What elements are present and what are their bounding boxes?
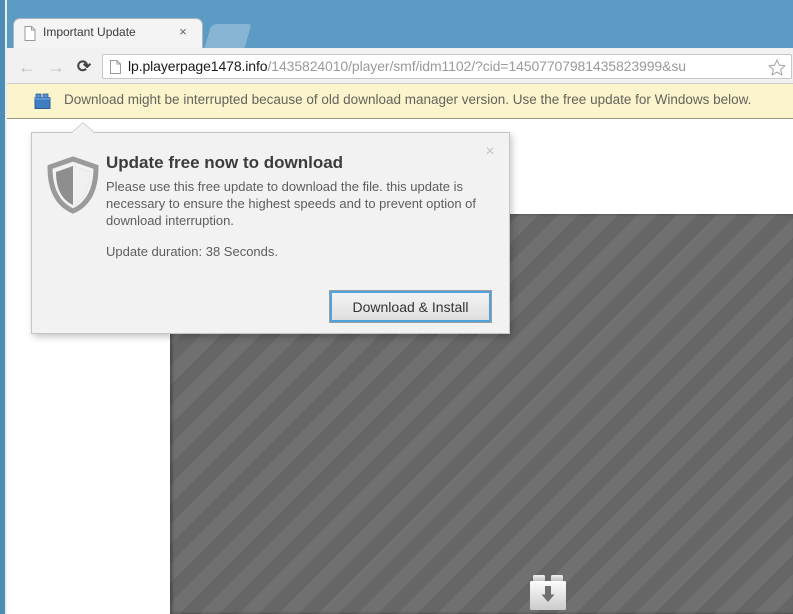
forward-arrow-icon[interactable]: →	[45, 56, 67, 78]
reload-icon[interactable]: ⟳	[73, 56, 95, 78]
popup-duration-text: Update duration: 38 Seconds.	[106, 244, 279, 259]
page-favicon-icon	[24, 26, 36, 41]
address-bar-url: lp.playerpage1478.info/1435824010/player…	[128, 58, 686, 74]
bookmark-star-icon[interactable]	[767, 58, 787, 77]
browser-tab-important-update[interactable]: Important Update ×	[13, 18, 203, 48]
download-box-icon-large	[530, 575, 566, 610]
browser-toolbar: ← → ⟳ lp.playerpage1478.info/1435824010/…	[7, 48, 793, 84]
tab-close-icon[interactable]: ×	[176, 25, 190, 39]
shield-icon	[47, 156, 99, 214]
update-popup-dialog: × Update free now to download Please use…	[31, 123, 510, 334]
url-host: lp.playerpage1478.info	[128, 58, 268, 74]
back-arrow-icon[interactable]: ←	[16, 56, 38, 78]
popup-title: Update free now to download	[106, 153, 344, 172]
tab-title: Important Update	[43, 25, 136, 39]
download-warning-text: Download might be interrupted because of…	[64, 92, 752, 107]
popup-callout-arrow	[72, 123, 94, 133]
tab-strip: Important Update ×	[0, 0, 793, 48]
new-tab-button[interactable]	[204, 24, 252, 48]
popup-close-icon[interactable]: ×	[481, 143, 499, 161]
download-warning-bar: Download might be interrupted because of…	[7, 84, 793, 119]
page-document-icon	[110, 60, 121, 74]
browser-window: This window has too close. Important Upd…	[0, 0, 793, 614]
address-bar[interactable]: lp.playerpage1478.info/1435824010/player…	[102, 54, 792, 79]
download-install-button[interactable]: Download & Install	[329, 290, 492, 323]
download-box-icon	[34, 93, 51, 109]
popup-body-text: Please use this free update to download …	[106, 179, 477, 228]
url-path: /1435824010/player/smf/idm1102/?cid=1450…	[267, 58, 686, 74]
